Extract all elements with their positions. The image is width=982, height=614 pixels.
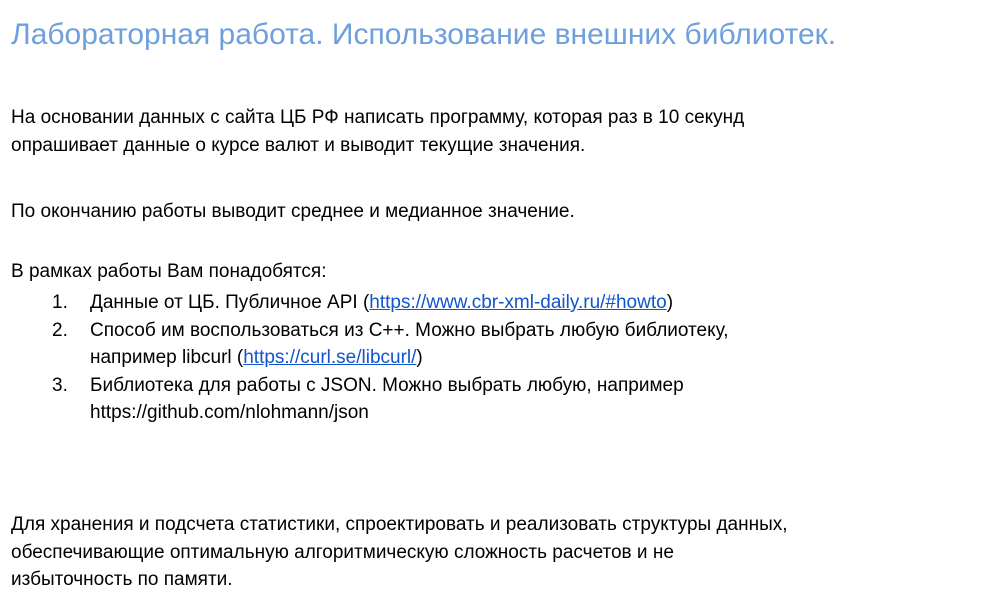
list-item-text-2: например libcurl ( [90,347,244,368]
list-item: 2. Способ им воспользоваться из С++. Мож… [11,317,976,372]
requirements-intro: В рамках работы Вам понадобятся: [11,261,327,282]
list-item-text-2: https://github.com/nlohmann/json [90,402,369,423]
ds-line-3: избыточность по памяти. [11,569,233,590]
list-item-text: Способ им воспользоваться из С++. Можно … [90,319,729,341]
list-number: 2. [52,319,68,341]
list-number: 1. [52,292,68,313]
list-item-text-end: ) [416,347,423,368]
task-line-1: На основании данных с сайта ЦБ РФ написа… [11,107,745,128]
task-line-2: опрашивает данные о курсе валют и выводи… [11,134,586,156]
list-item-text: Библиотека для работы с JSON. Можно выбр… [90,374,684,396]
output-paragraph: По окончанию работы выводит среднее и ме… [11,201,575,222]
list-number: 3. [52,374,68,396]
cbr-api-link[interactable]: https://www.cbr-xml-daily.ru/#howto [369,292,666,313]
libcurl-link[interactable]: https://curl.se/libcurl/ [243,347,416,368]
list-item: 3. Библиотека для работы с JSON. Можно в… [11,372,976,427]
requirements-list: 1. Данные от ЦБ. Публичное API (https://… [11,289,976,427]
task-paragraph: На основании данных с сайта ЦБ РФ написа… [11,104,976,159]
list-item-text-end: ) [666,292,674,313]
list-item-text: Данные от ЦБ. Публичное API ( [90,292,370,313]
document-title: Лабораторная работа. Использование внешн… [11,18,837,51]
data-structures-paragraph: Для хранения и подсчета статистики, спро… [11,511,976,594]
ds-line-2: обеспечивающие оптимальную алгоритмическ… [11,541,674,563]
list-item: 1. Данные от ЦБ. Публичное API (https://… [11,289,976,317]
ds-line-1: Для хранения и подсчета статистики, спро… [11,514,788,535]
